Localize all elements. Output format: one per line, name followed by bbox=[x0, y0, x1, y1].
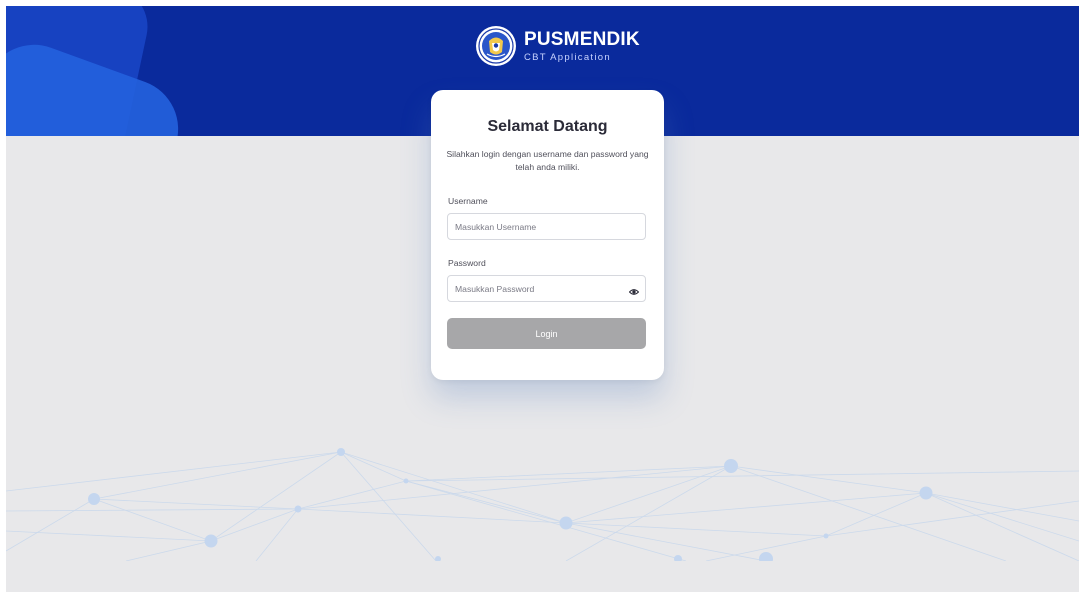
password-input[interactable] bbox=[448, 276, 625, 301]
login-card: Selamat Datang Silahkan login dengan use… bbox=[431, 90, 664, 380]
password-field-wrapper bbox=[447, 275, 646, 302]
login-page: PUSMENDIK CBT Application Selamat Datang… bbox=[6, 6, 1079, 592]
eye-icon[interactable] bbox=[628, 284, 640, 295]
brand-subtitle: CBT Application bbox=[524, 51, 611, 63]
tut-wuri-handayani-emblem-icon bbox=[476, 26, 516, 66]
username-input[interactable] bbox=[448, 214, 625, 239]
brand-name: PUSMENDIK bbox=[524, 28, 640, 50]
welcome-title: Selamat Datang bbox=[487, 118, 608, 135]
username-label: Username bbox=[448, 196, 488, 206]
network-background-illustration bbox=[6, 448, 1079, 561]
login-button[interactable]: Login bbox=[447, 318, 646, 349]
password-label: Password bbox=[448, 258, 486, 268]
login-instructions: Silahkan login dengan username dan passw… bbox=[446, 149, 649, 172]
brand: PUSMENDIK CBT Application bbox=[476, 26, 640, 66]
username-field-wrapper bbox=[447, 213, 646, 240]
